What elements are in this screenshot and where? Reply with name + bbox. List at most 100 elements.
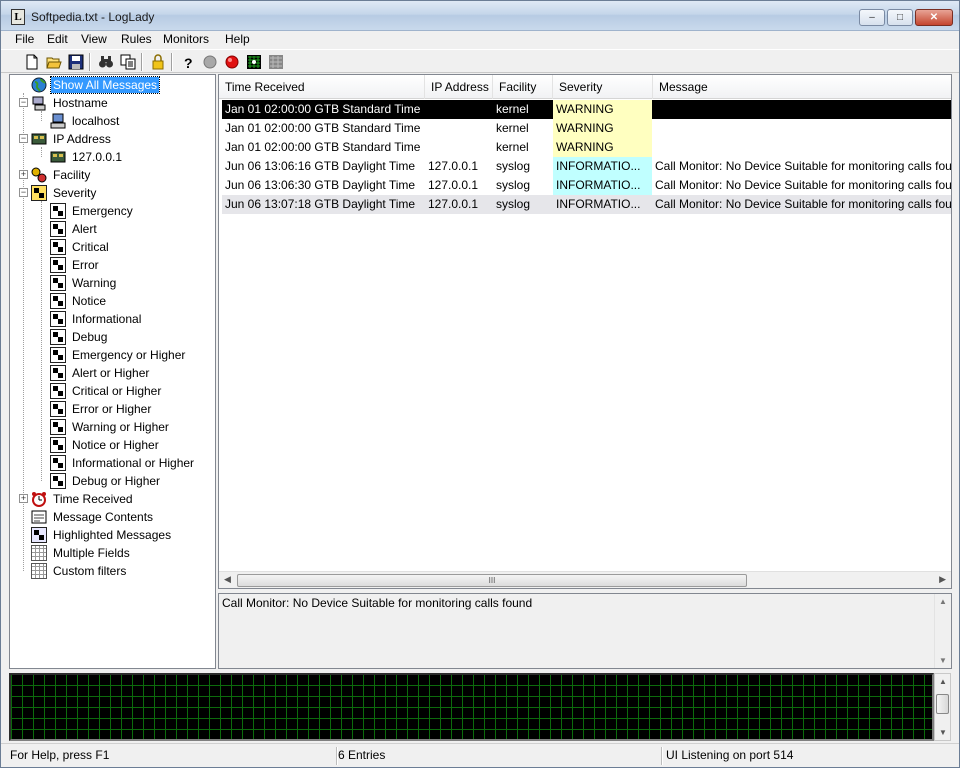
monitor-green-icon[interactable] (245, 53, 263, 71)
find-icon[interactable] (97, 53, 115, 71)
cell-facility: syslog (496, 178, 531, 192)
help-icon[interactable]: ? (179, 53, 197, 71)
tree-severity-alert-or-higher[interactable]: Alert or Higher (50, 364, 151, 382)
status-help: For Help, press F1 (10, 748, 110, 762)
filter-tree[interactable]: Show All Messages − Hostname localhost −… (9, 74, 216, 669)
column-facility[interactable]: Facility (493, 75, 553, 99)
tree-severity-critical-or-higher[interactable]: Critical or Higher (50, 382, 163, 400)
tree-severity-notice-or-higher[interactable]: Notice or Higher (50, 436, 161, 454)
cell-message: Call Monitor: No Device Suitable for mon… (655, 159, 952, 173)
scroll-up-icon[interactable]: ▲ (939, 677, 947, 686)
vertical-scrollbar[interactable]: ▲ ▼ (934, 594, 951, 668)
menu-monitors[interactable]: Monitors (163, 32, 209, 46)
column-message[interactable]: Message (653, 75, 951, 99)
monitor-gray-icon[interactable] (267, 53, 285, 71)
tree-show-all-messages[interactable]: Show All Messages (31, 76, 161, 94)
cell-severity: WARNING (553, 100, 652, 119)
table-row[interactable]: Jun 06 13:06:16 GTB Daylight Time 127.0.… (222, 157, 952, 176)
tree-severity-emergency-or-higher[interactable]: Emergency or Higher (50, 346, 187, 364)
table-row[interactable]: Jun 06 13:07:18 GTB Daylight Time 127.0.… (222, 195, 951, 214)
table-row[interactable]: Jan 01 02:00:00 GTB Standard Time kernel… (222, 138, 951, 157)
tree-severity-critical[interactable]: Critical (50, 238, 111, 256)
tree-label: Informational or Higher (72, 456, 195, 470)
tree-severity-error[interactable]: Error (50, 256, 101, 274)
minimize-button[interactable]: ‒ (859, 9, 885, 26)
tree-ip-127[interactable]: 127.0.0.1 (50, 148, 124, 166)
tree-message-contents[interactable]: Message Contents (31, 508, 155, 526)
horizontal-scrollbar[interactable]: ◀ III ▶ (219, 571, 951, 588)
table-row[interactable]: Jun 06 13:06:30 GTB Daylight Time 127.0.… (222, 176, 951, 195)
scroll-thumb[interactable] (936, 694, 949, 714)
cell-ip: 127.0.0.1 (428, 197, 479, 211)
tree-highlighted-messages[interactable]: Highlighted Messages (31, 526, 173, 544)
collapse-ip-toggle[interactable]: − (19, 134, 28, 143)
table-row[interactable]: Jan 01 02:00:00 GTB Standard Time kernel… (222, 100, 951, 119)
scroll-down-icon[interactable]: ▼ (939, 728, 947, 737)
monitor-scrollbar[interactable]: ▲ ▼ (934, 673, 951, 741)
tree-severity-alert[interactable]: Alert (50, 220, 99, 238)
new-file-icon[interactable] (23, 53, 41, 71)
activity-monitor-graph (9, 673, 934, 741)
copy-icon[interactable] (119, 53, 137, 71)
cell-time: Jan 01 02:00:00 GTB Standard Time (225, 102, 421, 116)
collapse-severity-toggle[interactable]: − (19, 188, 28, 197)
column-time-received[interactable]: Time Received (219, 75, 425, 99)
severity-icon (50, 293, 66, 309)
cell-ip (425, 138, 493, 157)
title-bar[interactable]: L Softpedia.txt - LogLady ‒ □ ✕ (1, 1, 959, 31)
cell-severity: WARNING (553, 119, 652, 138)
menu-help[interactable]: Help (225, 32, 250, 46)
tree-severity-debug[interactable]: Debug (50, 328, 109, 346)
tree-label: Error or Higher (72, 402, 152, 416)
scroll-up-icon[interactable]: ▲ (939, 597, 947, 606)
tree-hostname[interactable]: Hostname (31, 94, 110, 112)
cell-ip (425, 119, 493, 138)
tree-severity-emergency[interactable]: Emergency (50, 202, 135, 220)
tree-custom-filters[interactable]: Custom filters (31, 562, 128, 580)
grid-icon (31, 545, 47, 561)
tree-facility[interactable]: Facility (31, 166, 92, 184)
severity-icon (50, 275, 66, 291)
tree-multiple-fields[interactable]: Multiple Fields (31, 544, 132, 562)
stop-gray-icon[interactable] (201, 53, 219, 71)
expand-facility-toggle[interactable]: + (19, 170, 28, 179)
tree-severity[interactable]: Severity (31, 184, 98, 202)
lock-icon[interactable] (149, 53, 167, 71)
menu-edit[interactable]: Edit (47, 32, 68, 46)
tree-label: Show All Messages (49, 76, 161, 94)
menu-file[interactable]: File (15, 32, 34, 46)
tree-severity-debug-or-higher[interactable]: Debug or Higher (50, 472, 162, 490)
scroll-right-icon[interactable]: ▶ (939, 574, 946, 585)
scroll-thumb[interactable]: III (237, 574, 747, 587)
tree-severity-error-or-higher[interactable]: Error or Higher (50, 400, 153, 418)
save-icon[interactable] (67, 53, 85, 71)
tree-severity-informational[interactable]: Informational (50, 310, 143, 328)
scroll-left-icon[interactable]: ◀ (224, 574, 231, 585)
close-button[interactable]: ✕ (915, 9, 953, 26)
message-list[interactable]: Time Received IP Address Facility Severi… (218, 74, 952, 589)
tree-label: Debug (72, 330, 108, 344)
column-ip-address[interactable]: IP Address (425, 75, 493, 99)
severity-icon (50, 239, 66, 255)
open-folder-icon[interactable] (45, 53, 63, 71)
column-severity[interactable]: Severity (553, 75, 653, 99)
maximize-button[interactable]: □ (887, 9, 913, 26)
table-row[interactable]: Jan 01 02:00:00 GTB Standard Time kernel… (222, 119, 951, 138)
toolbar: ? (1, 49, 959, 73)
tree-severity-informational-or-higher[interactable]: Informational or Higher (50, 454, 196, 472)
tree-severity-warning-or-higher[interactable]: Warning or Higher (50, 418, 171, 436)
menu-view[interactable]: View (81, 32, 107, 46)
tree-time-received[interactable]: Time Received (31, 490, 135, 508)
record-red-icon[interactable] (223, 53, 241, 71)
tree-ip-address[interactable]: IP Address (31, 130, 113, 148)
tree-severity-notice[interactable]: Notice (50, 292, 108, 310)
tree-localhost[interactable]: localhost (50, 112, 121, 130)
tree-severity-warning[interactable]: Warning (50, 274, 118, 292)
severity-icon (50, 401, 66, 417)
expand-time-received-toggle[interactable]: + (19, 494, 28, 503)
collapse-hostname-toggle[interactable]: − (19, 98, 28, 107)
message-detail-pane[interactable]: Call Monitor: No Device Suitable for mon… (218, 593, 952, 669)
scroll-down-icon[interactable]: ▼ (939, 656, 947, 665)
severity-icon (50, 437, 66, 453)
menu-rules[interactable]: Rules (121, 32, 152, 46)
